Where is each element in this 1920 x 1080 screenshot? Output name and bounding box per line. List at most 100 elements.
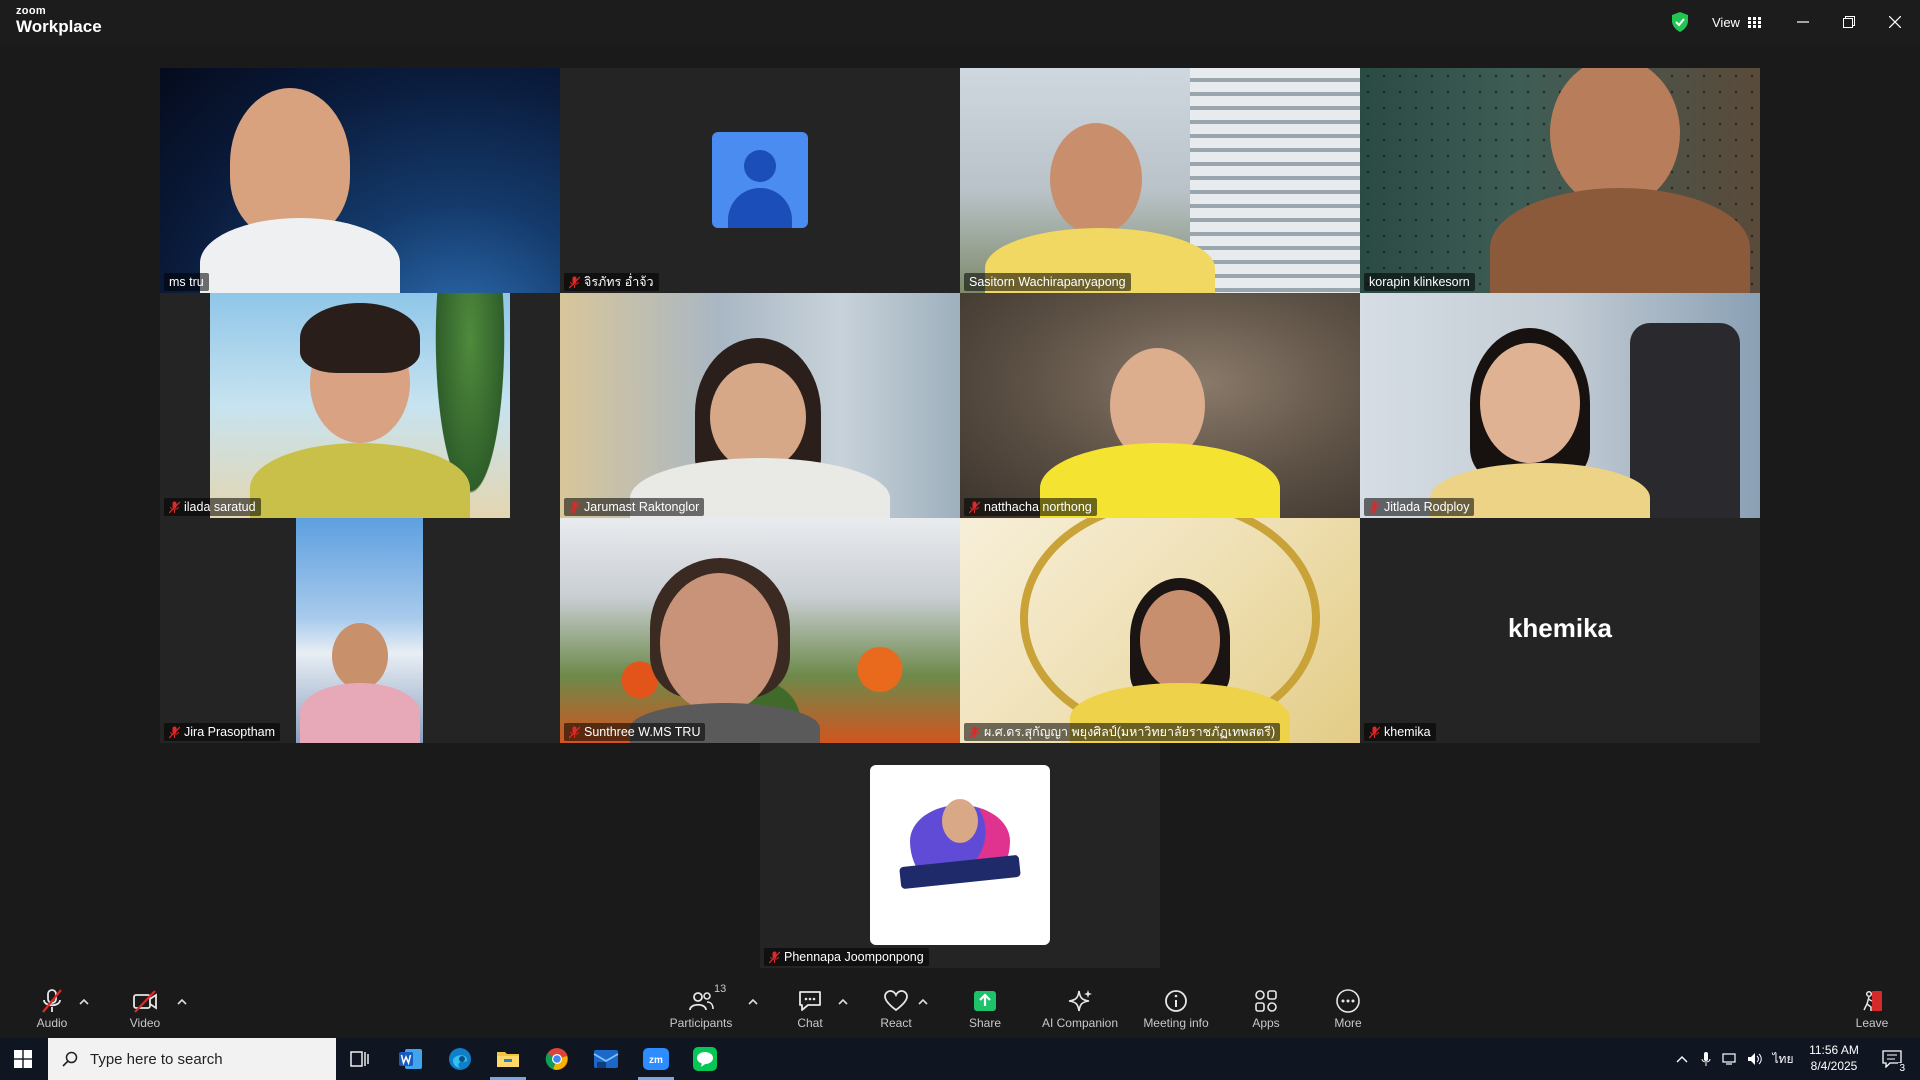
search-icon [62, 1051, 78, 1067]
participant-tile[interactable]: natthacha northong [960, 293, 1360, 518]
task-view-button[interactable] [336, 1038, 384, 1080]
audio-options-chevron-up-icon[interactable] [77, 995, 91, 1009]
default-avatar [712, 132, 808, 228]
video-options-chevron-up-icon[interactable] [175, 995, 189, 1009]
participant-name: Phennapa Joomponpong [784, 950, 924, 964]
participant-tile[interactable]: Jarumast Raktonglor [560, 293, 960, 518]
tray-microphone[interactable] [1695, 1038, 1717, 1080]
more-ellipsis-icon [1336, 988, 1360, 1013]
taskbar-zoom[interactable]: zm [632, 1038, 680, 1080]
share-screen-icon [974, 990, 996, 1011]
video-label: Video [129, 1015, 161, 1030]
participant-tile[interactable]: Phennapa Joomponpong [760, 743, 1160, 968]
participant-tile-active-speaker[interactable]: korapin klinkesorn [1360, 68, 1760, 293]
brand-large: Workplace [16, 17, 102, 36]
apps-button[interactable]: Apps [1246, 979, 1286, 1038]
tray-overflow-button[interactable] [1670, 1038, 1694, 1080]
participants-button[interactable]: 13 Participants [666, 979, 736, 1038]
tray-notifications[interactable]: 3 [1872, 1038, 1912, 1080]
participant-tile[interactable]: ms tru [160, 68, 560, 293]
svg-text:zm: zm [649, 1055, 663, 1066]
taskbar-edge[interactable] [436, 1038, 484, 1080]
apps-icon [1255, 989, 1277, 1012]
participant-name: ilada saratud [184, 500, 256, 514]
react-options-chevron-up-icon[interactable] [916, 995, 930, 1009]
participant-tile[interactable]: Jitlada Rodploy [1360, 293, 1760, 518]
participant-name-tag: Jira Prasoptham [164, 723, 281, 741]
gallery-view: ms tru จิรภัทร อ่ำจ้ว Sasitorn Wachirapa… [0, 44, 1920, 979]
view-button[interactable]: View [1700, 8, 1773, 36]
clock-date: 8/4/2025 [1810, 1059, 1858, 1073]
taskbar-mail-app[interactable] [582, 1038, 630, 1080]
share-button[interactable]: Share [964, 979, 1006, 1038]
muted-mic-icon [1369, 726, 1380, 738]
tray-input-language[interactable]: ไทย [1768, 1038, 1798, 1080]
participants-options-chevron-up-icon[interactable] [746, 995, 760, 1009]
minimize-button[interactable] [1780, 0, 1826, 44]
taskbar-clock[interactable]: 11:56 AM 8/4/2025 [1800, 1042, 1868, 1074]
muted-mic-icon [569, 726, 580, 738]
participant-name: Jira Prasoptham [184, 725, 276, 739]
restore-button[interactable] [1826, 0, 1872, 44]
tray-volume[interactable] [1743, 1038, 1767, 1080]
sparkle-icon [1068, 989, 1092, 1011]
muted-mic-icon [1369, 501, 1380, 513]
meeting-info-button[interactable]: Meeting info [1138, 979, 1214, 1038]
participant-tile[interactable]: Sunthree W.MS TRU [560, 518, 960, 743]
participant-name-tag: natthacha northong [964, 498, 1097, 516]
tray-network[interactable] [1718, 1038, 1742, 1080]
participant-name: ms tru [169, 275, 204, 289]
leave-button[interactable]: Leave [1852, 979, 1892, 1038]
audio-button[interactable]: Audio [30, 979, 74, 1038]
muted-mic-icon [569, 501, 580, 513]
person-shirt [300, 683, 420, 743]
participant-name-tag: จิรภัทร อ่ำจ้ว [564, 273, 659, 291]
mail-app-icon [593, 1050, 619, 1068]
participant-tile[interactable]: khemika khemika [1360, 518, 1760, 743]
title-bar: zoom Workplace View [0, 0, 1920, 44]
participant-tile[interactable]: ผ.ศ.ดร.สุกัญญา พยุงศิลป์(มหาวิทยาลัยราชภ… [960, 518, 1360, 743]
participant-tile[interactable]: Sasitorn Wachirapanyapong [960, 68, 1360, 293]
muted-mic-icon [169, 501, 180, 513]
react-button[interactable]: React [876, 979, 916, 1038]
taskbar-line[interactable] [681, 1038, 729, 1080]
close-button[interactable] [1872, 0, 1918, 44]
taskbar-search-box[interactable]: Type here to search [48, 1038, 336, 1080]
participant-tile[interactable]: จิรภัทร อ่ำจ้ว [560, 68, 960, 293]
participant-name: จิรภัทร อ่ำจ้ว [584, 275, 654, 289]
participant-name: Sasitorn Wachirapanyapong [969, 275, 1126, 289]
muted-mic-icon [569, 276, 580, 288]
taskbar-file-explorer[interactable] [484, 1038, 532, 1080]
more-button[interactable]: More [1328, 979, 1368, 1038]
chrome-browser-icon [545, 1048, 568, 1070]
person-silhouette [1140, 590, 1220, 690]
clock-time: 11:56 AM [1809, 1043, 1859, 1057]
participant-name-tag: korapin klinkesorn [1364, 273, 1475, 291]
encryption-shield-icon[interactable] [1670, 11, 1690, 33]
brand-small: zoom [16, 5, 46, 17]
participants-icon [689, 991, 714, 1010]
speaker-volume-icon [1748, 1053, 1762, 1065]
taskbar-chrome[interactable] [533, 1038, 581, 1080]
participant-name: Jarumast Raktonglor [584, 500, 700, 514]
person-hair [300, 303, 420, 373]
apps-label: Apps [1252, 1015, 1280, 1030]
participant-tile[interactable]: Jira Prasoptham [160, 518, 560, 743]
ai-companion-label: AI Companion [1041, 1015, 1119, 1030]
participants-label: Participants [669, 1015, 733, 1030]
participant-name: Sunthree W.MS TRU [584, 725, 701, 739]
chat-button[interactable]: Chat [790, 979, 830, 1038]
participant-tile[interactable]: ilada saratud [160, 293, 560, 518]
taskbar-word[interactable] [387, 1038, 435, 1080]
input-language-label: ไทย [1772, 1051, 1794, 1066]
start-button[interactable] [0, 1038, 46, 1080]
chat-options-chevron-up-icon[interactable] [836, 995, 850, 1009]
chat-bubble-icon [799, 990, 821, 1011]
share-label: Share [968, 1015, 1002, 1030]
participant-name: natthacha northong [984, 500, 1092, 514]
more-label: More [1334, 1015, 1362, 1030]
participant-name: korapin klinkesorn [1369, 275, 1470, 289]
ai-companion-button[interactable]: AI Companion [1040, 979, 1120, 1038]
participant-name-tag: ผ.ศ.ดร.สุกัญญา พยุงศิลป์(มหาวิทยาลัยราชภ… [964, 723, 1281, 741]
video-button[interactable]: Video [122, 979, 168, 1038]
